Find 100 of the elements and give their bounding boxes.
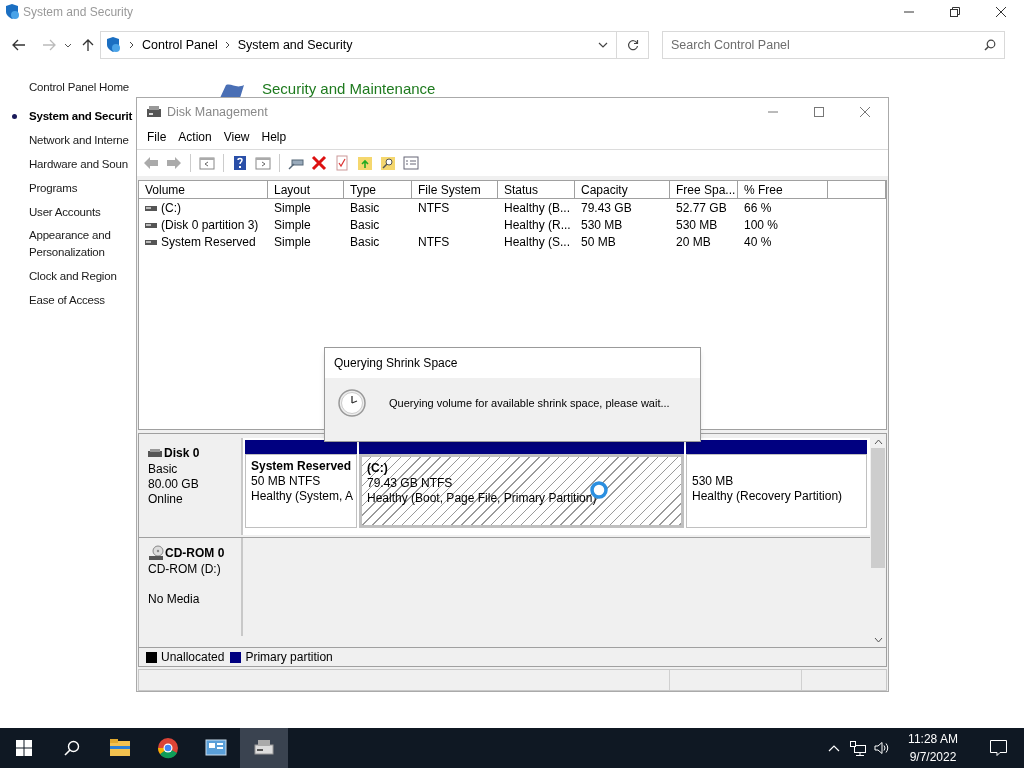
partition-size: 530 MB: [692, 474, 734, 490]
chevron-right-icon: [129, 41, 135, 49]
table-cell-text: NTFS: [418, 234, 450, 252]
refresh-button[interactable]: [617, 31, 649, 59]
close-icon: [995, 6, 1007, 18]
disk-info: CD-ROM (D:): [148, 562, 222, 578]
control-panel-icon: [104, 36, 122, 54]
column-header[interactable]: File System: [412, 180, 498, 198]
dialog-title: Querying Shrink Space: [334, 355, 458, 372]
chevron-down-icon: [598, 42, 608, 48]
disk-info: No Media: [148, 592, 201, 608]
nav-link[interactable]: Network and Interne: [29, 132, 129, 149]
speaker-icon: [874, 741, 890, 755]
nav-link[interactable]: Control Panel Home: [29, 79, 129, 96]
nav-link[interactable]: Hardware and Soun: [29, 156, 128, 173]
disk-info: 80.00 GB: [148, 477, 200, 493]
partition[interactable]: System Reserved 50 MB NTFS Healthy (System, A: [245, 454, 357, 529]
menu-item[interactable]: View: [217, 128, 256, 147]
table-cell-text: 79.43 GB: [581, 200, 632, 218]
browser-icon: [157, 737, 179, 759]
section-heading[interactable]: Security and Maintenance: [262, 80, 436, 98]
table-cell-text: 20 MB: [676, 234, 711, 252]
dialog-message: Querying volume for available shrink space, please wait...: [389, 395, 670, 411]
table-cell-text: NTFS: [418, 200, 450, 218]
partition-status: Healthy (Boot, Page File, Primary Partition): [367, 491, 597, 507]
scroll-down-icon: [873, 637, 883, 644]
table-cell-text: Basic: [350, 234, 380, 252]
partition[interactable]: 530 MB Healthy (Recovery Partition): [686, 454, 867, 529]
disk-name: Disk 0: [164, 445, 200, 463]
table-cell-text: Healthy (R...: [504, 217, 571, 235]
table-cell-text: 66 %: [744, 200, 772, 218]
drive-icon: [145, 205, 157, 211]
disk-name: CD-ROM 0: [165, 545, 225, 563]
breadcrumb-item[interactable]: System and Security: [237, 35, 353, 55]
nav-link[interactable]: Clock and Region: [29, 268, 117, 285]
partition[interactable]: (C:) 79.43 GB NTFS Healthy (Boot, Page File, Primary Partition): [359, 454, 684, 529]
legend-label: Primary partition: [245, 649, 333, 667]
disk-info: Online: [148, 492, 184, 508]
table-cell-text: Healthy (S...: [504, 234, 571, 252]
column-header[interactable]: Free Spa...: [670, 180, 738, 198]
table-cell-text: Simple: [274, 234, 311, 252]
search-field[interactable]: Search Control Panel: [662, 31, 1005, 59]
legend-label: Unallocated: [161, 649, 225, 667]
clock-icon: [337, 388, 367, 418]
clock-time: 11:28 AM: [908, 731, 958, 748]
folder-search-icon: [380, 154, 396, 171]
window-title: Disk Management: [167, 103, 268, 121]
network-icon: [850, 740, 866, 756]
maximize-icon: [813, 106, 825, 118]
nav-link[interactable]: Appearance and Personalization: [29, 227, 125, 261]
disk-drive-icon: [148, 448, 162, 458]
refresh-icon: [626, 39, 639, 51]
table-cell-text: Basic: [350, 200, 380, 218]
taskbar-app-button[interactable]: [240, 728, 288, 768]
breadcrumb-item[interactable]: Control Panel: [142, 35, 218, 55]
nav-link[interactable]: Programs: [29, 180, 78, 197]
scrollbar-thumb[interactable]: [871, 448, 885, 569]
table-cell-text: 52.77 GB: [676, 200, 727, 218]
column-header[interactable]: % Free: [738, 180, 828, 198]
bullet-icon: [12, 114, 17, 119]
column-header[interactable]: Volume: [139, 180, 268, 198]
table-cell-text: Simple: [274, 200, 311, 218]
column-header[interactable]: Status: [498, 180, 575, 198]
forward-arrow-icon: [42, 39, 56, 51]
clock-date: 9/7/2022: [909, 749, 957, 766]
drive-icon: [145, 222, 157, 228]
table-cell-text: 50 MB: [581, 234, 616, 252]
notification-icon: [989, 740, 1007, 756]
partition-size: 50 MB NTFS: [251, 474, 321, 490]
table-cell-text: System Reserved: [161, 234, 256, 252]
column-header[interactable]: Type: [344, 180, 412, 198]
nav-link[interactable]: Ease of Access: [29, 292, 105, 309]
restore-icon: [949, 6, 961, 18]
table-cell-text: Basic: [350, 217, 380, 235]
help-icon: [232, 154, 248, 171]
window-title: System and Security: [23, 4, 134, 21]
chevron-down-icon: [64, 42, 72, 48]
cd-drive-icon: [148, 545, 164, 562]
disk-info: Basic: [148, 462, 179, 478]
search-icon: [64, 740, 80, 756]
disk-drive-icon: [146, 105, 162, 119]
menu-item[interactable]: Action: [172, 128, 218, 147]
menu-item[interactable]: File: [141, 128, 173, 147]
clock[interactable]: 11:28 AM 9/7/2022: [900, 730, 966, 766]
scroll-up-icon: [873, 439, 883, 446]
back-arrow-icon: [12, 39, 26, 51]
column-header[interactable]: Capacity: [575, 180, 670, 198]
chevron-up-icon: [828, 744, 840, 752]
properties-icon: [403, 154, 419, 171]
partition-title: (C:): [367, 461, 388, 477]
column-header[interactable]: Layout: [268, 180, 344, 198]
drive-icon: [145, 239, 157, 245]
table-cell-text: Healthy (B...: [504, 200, 571, 218]
nav-link[interactable]: User Accounts: [29, 204, 101, 221]
table-cell-text: (C:): [161, 200, 181, 218]
nav-link[interactable]: System and Securit: [29, 108, 133, 125]
table-cell-text: Simple: [274, 217, 311, 235]
table-cell-text: 530 MB: [581, 217, 623, 235]
address-bar[interactable]: Control Panel System and Security: [100, 31, 617, 59]
menu-item[interactable]: Help: [255, 128, 293, 147]
